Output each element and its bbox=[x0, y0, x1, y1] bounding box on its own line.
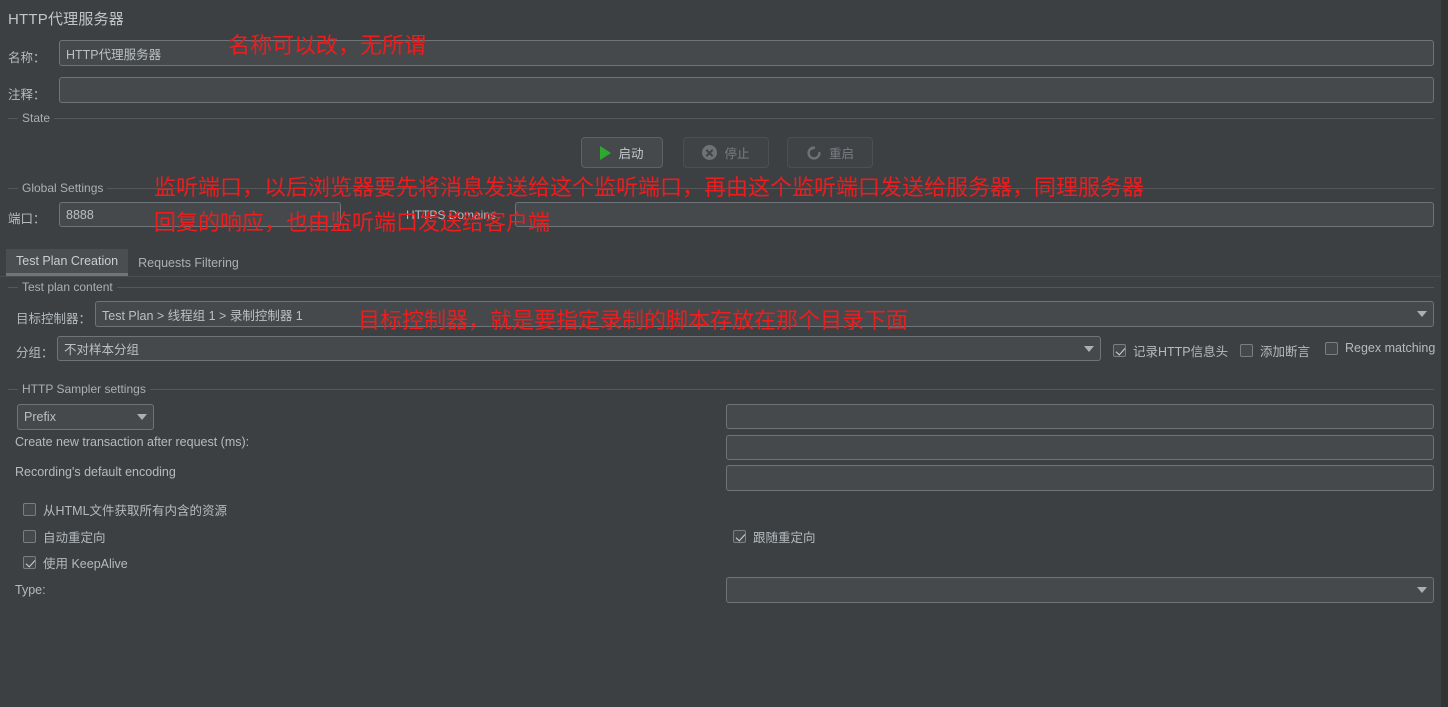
chevron-down-icon bbox=[137, 414, 147, 420]
checkbox-label: 记录HTTP信息头 bbox=[1133, 345, 1229, 359]
type-label: Type: bbox=[15, 583, 46, 597]
checkbox-label: Regex matching bbox=[1345, 341, 1436, 355]
target-controller-label: 目标控制器： bbox=[16, 312, 92, 326]
checkbox-label: 跟随重定向 bbox=[753, 531, 816, 545]
port-input[interactable]: 8888 bbox=[59, 202, 341, 227]
restart-icon bbox=[806, 145, 822, 161]
chevron-down-icon bbox=[1084, 345, 1094, 352]
checkbox-box bbox=[23, 556, 36, 569]
type-combobox[interactable] bbox=[726, 577, 1434, 603]
checkbox-add-assertions[interactable]: 添加断言 bbox=[1240, 341, 1310, 360]
target-controller-combobox[interactable]: Test Plan > 线程组 1 > 录制控制器 1 bbox=[95, 301, 1434, 327]
name-input[interactable]: HTTP代理服务器 bbox=[59, 40, 1434, 66]
tab-label: Requests Filtering bbox=[138, 255, 239, 270]
http-proxy-server-panel: HTTP代理服务器 名称： HTTP代理服务器 注释： State 启动 停止 … bbox=[0, 0, 1441, 707]
play-icon bbox=[600, 145, 612, 160]
grouping-label: 分组： bbox=[16, 346, 54, 360]
window-outer-background bbox=[1441, 0, 1448, 707]
test-plan-content-group-title: Test plan content bbox=[18, 280, 117, 294]
checkbox-use-keepalive[interactable]: 使用 KeepAlive bbox=[23, 553, 128, 572]
chevron-down-icon bbox=[1417, 311, 1427, 317]
page-title: HTTP代理服务器 bbox=[8, 11, 124, 28]
checkbox-box bbox=[1325, 341, 1338, 355]
start-button[interactable]: 启动 bbox=[581, 137, 663, 168]
https-domains-label: HTTPS Domains bbox=[406, 208, 497, 222]
grouping-combobox[interactable]: 不对样本分组 bbox=[57, 336, 1101, 361]
start-button-label: 启动 bbox=[618, 147, 644, 161]
prefix-input[interactable] bbox=[726, 404, 1434, 429]
checkbox-box bbox=[733, 530, 746, 543]
chevron-down-icon bbox=[1417, 587, 1427, 593]
default-encoding-label: Recording's default encoding bbox=[15, 465, 176, 479]
tab-requests-filtering[interactable]: Requests Filtering bbox=[128, 249, 249, 276]
state-group-title: State bbox=[18, 111, 55, 125]
group-border-line bbox=[8, 287, 1434, 288]
grouping-value: 不对样本分组 bbox=[64, 343, 140, 357]
checkbox-auto-redirect[interactable]: 自动重定向 bbox=[23, 527, 106, 546]
stop-button[interactable]: 停止 bbox=[683, 137, 769, 168]
name-label: 名称： bbox=[8, 51, 46, 65]
comment-input[interactable] bbox=[59, 77, 1434, 103]
checkbox-label: 使用 KeepAlive bbox=[43, 557, 128, 571]
checkbox-label: 添加断言 bbox=[1260, 345, 1311, 359]
checkbox-regex-matching[interactable]: Regex matching bbox=[1325, 341, 1435, 355]
stop-icon bbox=[702, 145, 718, 160]
transaction-interval-label: Create new transaction after request (ms… bbox=[15, 435, 250, 449]
tab-label: Test Plan Creation bbox=[16, 254, 119, 268]
checkbox-box bbox=[23, 503, 36, 516]
naming-mode-value: Prefix bbox=[24, 410, 56, 424]
checkbox-label: 自动重定向 bbox=[43, 531, 106, 545]
checkbox-box bbox=[23, 530, 36, 543]
port-label: 端口： bbox=[8, 212, 46, 226]
comment-label: 注释： bbox=[8, 88, 46, 102]
default-encoding-input[interactable] bbox=[726, 465, 1434, 491]
http-sampler-settings-group-title: HTTP Sampler settings bbox=[18, 382, 150, 396]
restart-button-label: 重启 bbox=[828, 147, 854, 161]
global-settings-group-title: Global Settings bbox=[18, 181, 108, 195]
checkbox-label: 从HTML文件获取所有内含的资源 bbox=[43, 504, 228, 518]
checkbox-box bbox=[1113, 344, 1126, 357]
checkbox-box bbox=[1240, 344, 1253, 357]
group-border-line bbox=[8, 118, 1434, 119]
https-domains-input[interactable] bbox=[515, 202, 1434, 227]
checkbox-follow-redirects[interactable]: 跟随重定向 bbox=[733, 527, 816, 546]
restart-button[interactable]: 重启 bbox=[787, 137, 873, 168]
group-border-line bbox=[8, 188, 1434, 189]
naming-mode-combobox[interactable]: Prefix bbox=[17, 404, 154, 430]
stop-button-label: 停止 bbox=[724, 147, 750, 161]
tabs-baseline bbox=[0, 276, 1441, 277]
target-controller-value: Test Plan > 线程组 1 > 录制控制器 1 bbox=[102, 308, 303, 323]
transaction-interval-input[interactable] bbox=[726, 435, 1434, 460]
checkbox-capture-http-headers[interactable]: 记录HTTP信息头 bbox=[1113, 341, 1228, 360]
checkbox-retrieve-embedded-resources[interactable]: 从HTML文件获取所有内含的资源 bbox=[23, 500, 227, 519]
settings-tabs: Test Plan Creation Requests Filtering bbox=[6, 249, 249, 276]
tab-test-plan-creation[interactable]: Test Plan Creation bbox=[6, 249, 129, 276]
group-border-line bbox=[8, 389, 1434, 390]
